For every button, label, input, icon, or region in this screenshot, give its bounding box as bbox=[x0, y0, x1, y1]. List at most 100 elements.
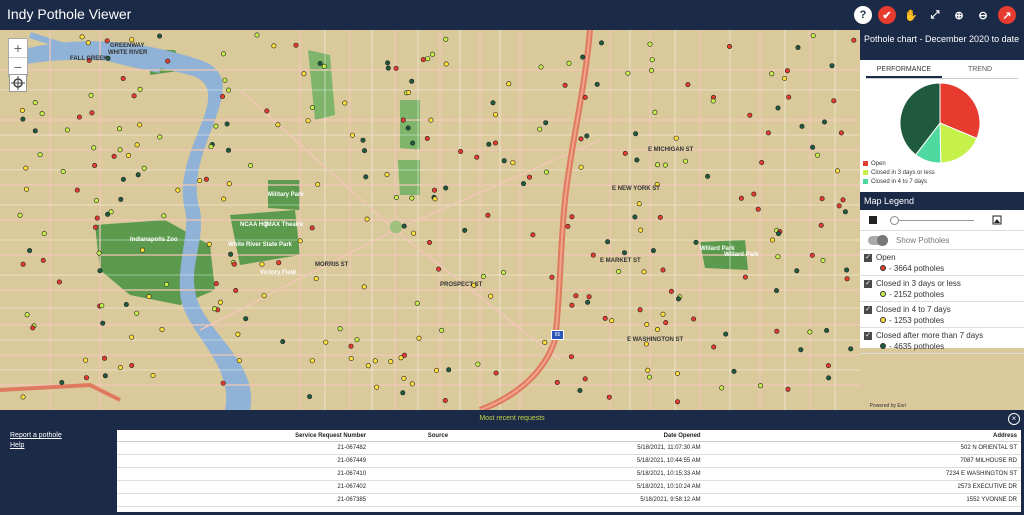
pothole-marker[interactable] bbox=[410, 140, 416, 146]
pothole-marker[interactable] bbox=[648, 67, 654, 73]
pothole-marker[interactable] bbox=[429, 51, 435, 57]
pothole-marker[interactable] bbox=[30, 325, 36, 331]
zoom-in-icon[interactable]: ⊕ bbox=[950, 6, 968, 24]
pothole-marker[interactable] bbox=[636, 201, 642, 207]
pothole-marker[interactable] bbox=[59, 379, 65, 385]
pothole-marker[interactable] bbox=[64, 127, 70, 133]
pothole-marker[interactable] bbox=[794, 268, 800, 274]
pothole-marker[interactable] bbox=[693, 239, 699, 245]
pothole-marker[interactable] bbox=[616, 269, 622, 275]
pothole-marker[interactable] bbox=[443, 185, 449, 191]
pothole-marker[interactable] bbox=[164, 281, 170, 287]
pothole-marker[interactable] bbox=[815, 152, 821, 158]
pothole-marker[interactable] bbox=[88, 92, 94, 98]
pothole-marker[interactable] bbox=[348, 343, 354, 349]
pothole-marker[interactable] bbox=[723, 331, 729, 337]
pothole-marker[interactable] bbox=[400, 117, 406, 123]
pothole-marker[interactable] bbox=[406, 89, 412, 95]
pothole-marker[interactable] bbox=[569, 214, 575, 220]
pothole-marker[interactable] bbox=[365, 363, 371, 369]
pothole-marker[interactable] bbox=[775, 105, 781, 111]
pothole-marker[interactable] bbox=[203, 176, 209, 182]
pothole-marker[interactable] bbox=[409, 78, 415, 84]
pothole-marker[interactable] bbox=[309, 225, 315, 231]
pothole-marker[interactable] bbox=[625, 70, 631, 76]
pothole-marker[interactable] bbox=[660, 267, 666, 273]
pothole-marker[interactable] bbox=[824, 327, 830, 333]
close-icon[interactable]: × bbox=[1008, 413, 1020, 425]
pothole-marker[interactable] bbox=[726, 44, 732, 50]
pothole-marker[interactable] bbox=[134, 310, 140, 316]
pothole-marker[interactable] bbox=[775, 254, 781, 260]
pothole-marker[interactable] bbox=[91, 145, 97, 151]
table-row[interactable]: 21-067402 5/18/2021, 10:10:24 AM 2573 EXEC… bbox=[117, 480, 1021, 494]
pothole-marker[interactable] bbox=[211, 306, 217, 312]
pothole-marker[interactable] bbox=[609, 318, 615, 324]
pothole-marker[interactable] bbox=[385, 65, 391, 71]
pothole-marker[interactable] bbox=[650, 248, 656, 254]
pothole-marker[interactable] bbox=[510, 160, 516, 166]
pothole-marker[interactable] bbox=[582, 94, 588, 100]
pothole-marker[interactable] bbox=[819, 196, 825, 202]
pothole-marker[interactable] bbox=[691, 316, 697, 322]
pothole-marker[interactable] bbox=[526, 174, 532, 180]
pothole-marker[interactable] bbox=[280, 339, 286, 345]
pothole-marker[interactable] bbox=[248, 163, 254, 169]
pothole-marker[interactable] bbox=[363, 174, 369, 180]
pothole-marker[interactable] bbox=[96, 250, 102, 256]
pothole-marker[interactable] bbox=[140, 247, 146, 253]
pothole-marker[interactable] bbox=[738, 195, 744, 201]
pothole-marker[interactable] bbox=[657, 214, 663, 220]
pothole-marker[interactable] bbox=[137, 122, 143, 128]
pothole-marker[interactable] bbox=[259, 261, 265, 267]
pothole-marker[interactable] bbox=[131, 93, 137, 99]
pothole-marker[interactable] bbox=[317, 60, 323, 66]
pothole-marker[interactable] bbox=[582, 376, 588, 382]
pothole-marker[interactable] bbox=[348, 355, 354, 361]
pothole-marker[interactable] bbox=[236, 358, 242, 364]
pothole-marker[interactable] bbox=[213, 281, 219, 287]
pothole-marker[interactable] bbox=[621, 250, 627, 256]
pothole-marker[interactable] bbox=[117, 147, 123, 153]
pothole-marker[interactable] bbox=[775, 231, 781, 237]
pothole-marker[interactable] bbox=[39, 111, 45, 117]
pothole-marker[interactable] bbox=[420, 57, 426, 63]
pothole-marker[interactable] bbox=[401, 352, 407, 358]
pothole-marker[interactable] bbox=[401, 223, 407, 229]
pothole-marker[interactable] bbox=[554, 379, 560, 385]
pothole-marker[interactable] bbox=[79, 34, 85, 40]
pothole-marker[interactable] bbox=[786, 94, 792, 100]
pothole-marker[interactable] bbox=[569, 302, 575, 308]
pothole-marker[interactable] bbox=[313, 276, 319, 282]
pothole-marker[interactable] bbox=[159, 326, 165, 332]
pothole-marker[interactable] bbox=[384, 172, 390, 178]
pothole-marker[interactable] bbox=[276, 260, 282, 266]
pothole-marker[interactable] bbox=[501, 158, 507, 164]
pothole-marker[interactable] bbox=[92, 163, 98, 169]
pothole-marker[interactable] bbox=[123, 301, 129, 307]
zoom-out-icon[interactable]: ⊖ bbox=[974, 6, 992, 24]
pothole-marker[interactable] bbox=[573, 293, 579, 299]
pothole-marker[interactable] bbox=[594, 81, 600, 87]
pothole-marker[interactable] bbox=[834, 168, 840, 174]
pothole-marker[interactable] bbox=[157, 134, 163, 140]
layer-checkbox[interactable]: ✓ bbox=[864, 305, 872, 314]
pothole-marker[interactable] bbox=[644, 321, 650, 327]
pothole-marker[interactable] bbox=[840, 197, 846, 203]
pothole-marker[interactable] bbox=[637, 307, 643, 313]
layer-checkbox[interactable]: ✓ bbox=[864, 253, 872, 262]
pothole-marker[interactable] bbox=[220, 94, 226, 100]
pothole-marker[interactable] bbox=[305, 118, 311, 124]
pothole-marker[interactable] bbox=[372, 358, 378, 364]
pothole-marker[interactable] bbox=[590, 252, 596, 258]
pothole-marker[interactable] bbox=[104, 38, 110, 44]
pothole-marker[interactable] bbox=[208, 144, 214, 150]
pothole-marker[interactable] bbox=[134, 142, 140, 148]
pothole-marker[interactable] bbox=[424, 136, 430, 142]
trend-icon[interactable]: ↗ bbox=[998, 6, 1016, 24]
pothole-marker[interactable] bbox=[224, 121, 230, 127]
pothole-marker[interactable] bbox=[606, 394, 612, 400]
pothole-marker[interactable] bbox=[393, 65, 399, 71]
tab-trend[interactable]: TREND bbox=[942, 64, 1018, 78]
pothole-marker[interactable] bbox=[774, 328, 780, 334]
